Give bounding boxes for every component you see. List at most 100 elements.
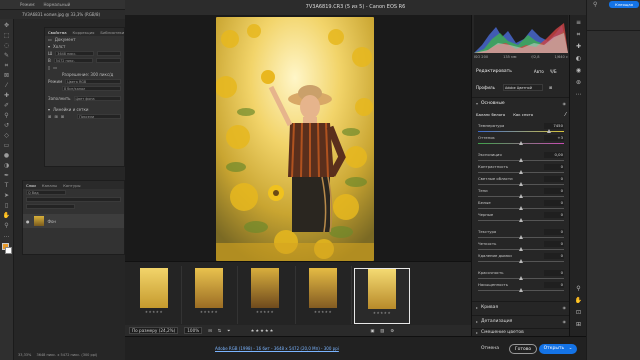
brush-tool-icon[interactable]: ✐ bbox=[3, 102, 11, 109]
tab-layers[interactable]: Слои bbox=[26, 183, 36, 188]
panel-handle[interactable] bbox=[587, 30, 640, 31]
history-brush-icon[interactable]: ↺ bbox=[3, 122, 11, 129]
slider-knob[interactable] bbox=[519, 218, 523, 222]
mode-select[interactable]: Цвета RGB bbox=[65, 79, 121, 84]
portrait-icon[interactable]: ▯ bbox=[48, 65, 50, 70]
height-field[interactable]: 5472 пикс. bbox=[53, 58, 94, 63]
auto-button[interactable]: Авто bbox=[534, 69, 544, 74]
slider-track[interactable] bbox=[478, 131, 564, 132]
y-field[interactable] bbox=[96, 58, 121, 63]
tab-channels[interactable]: Каналы bbox=[42, 183, 57, 188]
rating-stars[interactable]: ★★★★★ bbox=[251, 328, 275, 333]
hand-icon[interactable]: ✋ bbox=[574, 297, 583, 305]
section-detail[interactable]: ▸ Детализация ◉ bbox=[472, 315, 570, 326]
tab-adjustments[interactable]: Коррекция bbox=[73, 30, 95, 35]
eyedropper-icon[interactable]: ⁄ bbox=[3, 82, 11, 89]
blend-mode-select[interactable] bbox=[26, 197, 121, 202]
blur-tool-icon[interactable]: ● bbox=[3, 152, 11, 159]
done-button[interactable]: Готово bbox=[509, 344, 537, 354]
cancel-button[interactable]: Отмена bbox=[477, 344, 503, 354]
more-tools-icon[interactable]: … bbox=[3, 232, 11, 239]
zoom-icon[interactable]: ⚲ bbox=[574, 285, 583, 293]
slider-value-field[interactable]: 0 bbox=[544, 188, 564, 194]
slider-knob[interactable] bbox=[519, 194, 523, 198]
sort-icon[interactable]: ⇅ bbox=[218, 328, 222, 333]
layers-filter-select[interactable]: Q Вид bbox=[26, 190, 66, 195]
bw-button[interactable]: Ч/Б bbox=[550, 69, 557, 74]
visibility-eye-icon[interactable]: ◉ bbox=[563, 305, 567, 310]
healing-brush-icon[interactable]: ✚ bbox=[3, 92, 11, 99]
compare-icon[interactable]: ▥ bbox=[380, 328, 384, 333]
slider-knob[interactable] bbox=[519, 259, 523, 263]
zoom-tool-icon[interactable]: ⚲ bbox=[3, 222, 11, 229]
image-canvas[interactable] bbox=[125, 15, 471, 261]
crop-tool-icon[interactable]: ⌗ bbox=[3, 62, 11, 69]
x-field[interactable] bbox=[96, 51, 121, 56]
canvas-header[interactable]: ▾ Холст bbox=[45, 43, 124, 50]
slider-value-field[interactable]: 0 bbox=[544, 164, 564, 170]
filmstrip-thumb[interactable]: ★★★★★ bbox=[297, 268, 349, 324]
grid-icon[interactable]: ⊞ bbox=[54, 114, 57, 119]
workflow-options-link[interactable]: Adobe RGB (1998) - 16 бит - 3648 x 5472 … bbox=[215, 346, 339, 351]
slider-value-field[interactable]: 0 bbox=[544, 270, 564, 276]
section-curve[interactable]: ▸ Кривая ◉ bbox=[472, 301, 570, 312]
slider-knob[interactable] bbox=[519, 141, 523, 145]
visibility-eye-icon[interactable]: ◉ bbox=[563, 101, 567, 106]
profile-browser-icon[interactable]: ⊞ bbox=[549, 85, 552, 90]
filmstrip-toggle-icon[interactable]: ⊟ bbox=[208, 328, 212, 333]
slider-knob[interactable] bbox=[519, 206, 523, 210]
thumb-rating[interactable]: ★★★★★ bbox=[145, 310, 163, 314]
more-icon[interactable]: ⋯ bbox=[574, 91, 583, 99]
wb-select[interactable]: Как снято bbox=[513, 112, 533, 117]
hand-tool-icon[interactable]: ✋ bbox=[3, 212, 11, 219]
settings-gear-icon[interactable]: ⚙ bbox=[390, 328, 394, 333]
slider-value-field[interactable]: 0 bbox=[544, 200, 564, 206]
slider-value-field[interactable]: 0 bbox=[544, 176, 564, 182]
filmstrip-thumb[interactable]: ★★★★★ bbox=[128, 268, 180, 324]
healing-icon[interactable]: ✚ bbox=[574, 43, 583, 51]
move-tool-icon[interactable]: ✥ bbox=[3, 22, 11, 29]
edit-sliders-icon[interactable]: ≡ bbox=[574, 19, 583, 27]
dodge-tool-icon[interactable]: ◑ bbox=[3, 162, 11, 169]
tab-libraries[interactable]: Библиотеки bbox=[100, 30, 124, 35]
ruler-icon[interactable]: ⊞ bbox=[48, 114, 51, 119]
slider-value-field[interactable]: 0 bbox=[544, 212, 564, 218]
toggle-sampler-icon[interactable]: ⊡ bbox=[574, 309, 583, 317]
slider-knob[interactable] bbox=[519, 170, 523, 174]
slider-knob[interactable] bbox=[546, 129, 551, 133]
filmstrip-thumb[interactable]: ★★★★★ bbox=[239, 268, 291, 324]
path-select-icon[interactable]: ➤ bbox=[3, 192, 11, 199]
profile-select[interactable]: Adobe Цветной bbox=[502, 84, 543, 91]
grid-overlay-icon[interactable]: ⊞ bbox=[574, 321, 583, 329]
basic-section-header[interactable]: ▾ Основные ◉ bbox=[472, 97, 570, 108]
slider-knob[interactable] bbox=[519, 247, 523, 251]
slider-value-field[interactable]: 0 bbox=[544, 253, 564, 259]
slider-knob[interactable] bbox=[519, 276, 523, 280]
ps-mode-value[interactable]: Нормальный bbox=[43, 2, 70, 7]
preview-photo[interactable] bbox=[216, 17, 374, 261]
thumb-rating[interactable]: ★★★★★ bbox=[373, 311, 391, 315]
width-field[interactable]: 3648 пикс. bbox=[55, 51, 94, 56]
slider-value-field[interactable]: 0 bbox=[544, 241, 564, 247]
lock-options[interactable] bbox=[26, 204, 75, 209]
section-color-mixer[interactable]: ▸ Смешение цветов bbox=[472, 328, 570, 336]
units-select[interactable]: Пиксели bbox=[77, 114, 121, 119]
landscape-icon[interactable]: ▭ bbox=[53, 65, 57, 70]
filmstrip-thumb-selected[interactable]: ★★★★★ bbox=[354, 268, 410, 324]
quick-select-icon[interactable]: ✎ bbox=[3, 52, 11, 59]
slider-value-field[interactable]: 0 bbox=[544, 282, 564, 288]
bits-select[interactable]: 8 бит/канал bbox=[62, 86, 121, 91]
background-color-swatch[interactable] bbox=[5, 247, 12, 254]
slider-knob[interactable] bbox=[519, 158, 523, 162]
rectangle-tool-icon[interactable]: ▯ bbox=[3, 202, 11, 209]
lasso-tool-icon[interactable]: ◌ bbox=[3, 42, 11, 49]
share-button[interactable]: Клеящая bbox=[609, 1, 639, 8]
redeye-icon[interactable]: ◉ bbox=[574, 67, 583, 75]
eye-icon[interactable]: ● bbox=[26, 219, 30, 224]
slider-knob[interactable] bbox=[519, 182, 523, 186]
thumb-rating[interactable]: ★★★★★ bbox=[200, 310, 218, 314]
masking-icon[interactable]: ◐ bbox=[574, 55, 583, 63]
open-button[interactable]: Открыть ⌄ bbox=[539, 344, 577, 354]
crop-icon[interactable]: ⌗ bbox=[574, 31, 583, 39]
gradient-tool-icon[interactable]: ▭ bbox=[3, 142, 11, 149]
